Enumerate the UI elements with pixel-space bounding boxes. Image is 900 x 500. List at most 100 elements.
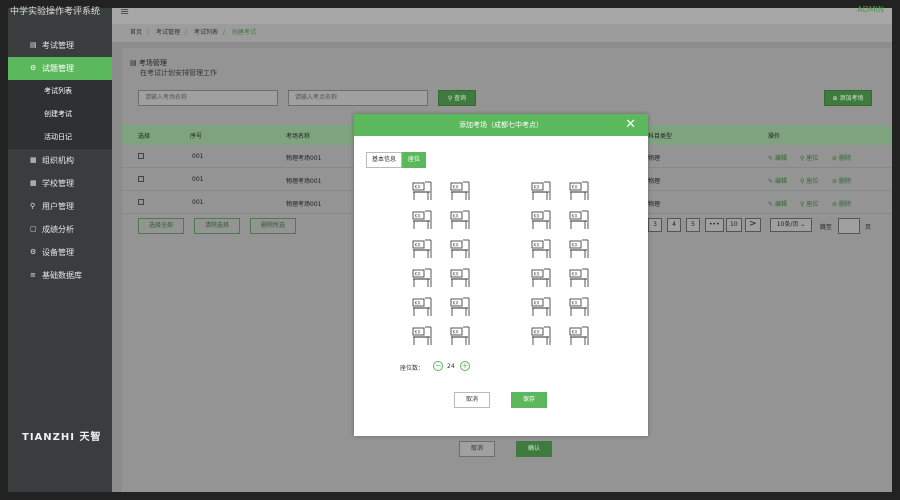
sidebar-item-analysis[interactable]: ▢ 成绩分析 (8, 218, 112, 241)
seat-icon[interactable]: KX (568, 180, 590, 202)
seat-label: 座位 (806, 201, 819, 208)
add-room-button[interactable]: ⊕ 添加考场 (824, 90, 872, 106)
page-button[interactable]: 5 (686, 218, 700, 232)
row-name: 物理考场001 (286, 178, 322, 185)
point-name-input[interactable]: 请输入考点名称 (288, 90, 428, 106)
row-checkbox[interactable] (138, 199, 144, 205)
device-icon: ⚙ (30, 248, 37, 256)
seat-icon[interactable]: KX (530, 296, 552, 318)
admin-user-label[interactable]: ADMIN (857, 5, 884, 14)
seat-icon[interactable]: KX (568, 296, 590, 318)
sidebar-item-users[interactable]: ⚲ 用户管理 (8, 195, 112, 218)
seat-link[interactable]: ⚲ 座位 (800, 176, 818, 185)
search-button-label: 查询 (454, 95, 467, 102)
room-name-input[interactable]: 请输入考场名称 (138, 90, 278, 106)
svg-text:KX: KX (534, 185, 540, 191)
seat-link[interactable]: ⚲ 座位 (800, 153, 818, 162)
tab-seats[interactable]: 座位 (402, 152, 427, 168)
sidebar-item-exam[interactable]: ▤ 考试管理 (8, 34, 112, 57)
seat-icon[interactable]: KX (530, 325, 552, 347)
seat-icon[interactable]: KX (449, 267, 471, 289)
page-suffix: 页 (865, 224, 872, 231)
decrease-seat-button[interactable]: − (433, 361, 443, 371)
seat-icon[interactable]: KX (411, 325, 433, 347)
seat-icon[interactable]: KX (411, 296, 433, 318)
page-title-text: 考场管理 (138, 59, 167, 67)
sidebar-item-devices[interactable]: ⚙ 设备管理 (8, 241, 112, 264)
delete-link[interactable]: ⊘ 删除 (832, 176, 851, 185)
seat-icon[interactable]: KX (568, 238, 590, 260)
sidebar-item-label: 组织机构 (42, 156, 74, 165)
seat-icon[interactable]: KX (449, 325, 471, 347)
select-all-button[interactable]: 选择全部 (138, 218, 184, 234)
org-icon: ▦ (30, 156, 37, 164)
delete-selected-button[interactable]: 删除所选 (250, 218, 296, 234)
seat-icon[interactable]: KX (530, 209, 552, 231)
top-bar: ≡ ADMIN (112, 5, 892, 24)
edit-link[interactable]: ✎ 编辑 (768, 199, 787, 208)
sidebar-subitem-create-exam[interactable]: 创建考试 (8, 103, 112, 126)
breadcrumb-exam-list[interactable]: 考试列表 (194, 29, 218, 36)
close-icon[interactable]: ✕ (625, 114, 636, 136)
seat-icon[interactable]: KX (411, 180, 433, 202)
seat-icon[interactable]: KX (568, 325, 590, 347)
seat-icon[interactable]: KX (411, 209, 433, 231)
seat-link[interactable]: ⚲ 座位 (800, 199, 818, 208)
seat-icon[interactable]: KX (449, 296, 471, 318)
clear-selection-button[interactable]: 清除选择 (194, 218, 240, 234)
sidebar-item-org[interactable]: ▦ 组织机构 (8, 149, 112, 172)
modal-cancel-button[interactable]: 取消 (454, 392, 490, 408)
school-icon: ▦ (30, 179, 37, 187)
sidebar-item-database[interactable]: ≡ 基础数据库 (8, 264, 112, 287)
svg-text:KX: KX (415, 330, 421, 336)
page-confirm-button[interactable]: 确认 (516, 441, 552, 457)
seat-icon[interactable]: KX (411, 238, 433, 260)
sidebar-subitem-activity-log[interactable]: 活动日记 (8, 126, 112, 149)
sidebar-item-questions[interactable]: ⚙ 试题管理 (8, 57, 112, 80)
seat-icon[interactable]: KX (449, 180, 471, 202)
row-subject: 物理 (648, 201, 661, 208)
sidebar-item-label: 试题管理 (42, 64, 74, 73)
col-name: 考场名称 (286, 133, 311, 140)
breadcrumb-exam-mgmt[interactable]: 考试管理 (156, 29, 180, 36)
seat-icon[interactable]: KX (568, 209, 590, 231)
delete-link[interactable]: ⊘ 删除 (832, 199, 851, 208)
svg-text:KX: KX (534, 243, 540, 249)
seat-icon[interactable]: KX (411, 267, 433, 289)
increase-seat-button[interactable]: + (460, 361, 470, 371)
seat-icon[interactable]: KX (568, 267, 590, 289)
menu-toggle-icon[interactable]: ≡ (120, 5, 129, 18)
seat-icon[interactable]: KX (449, 238, 471, 260)
tab-basic-info[interactable]: 基本信息 (366, 152, 403, 168)
jump-page-input[interactable] (838, 218, 860, 234)
seat-icon[interactable]: KX (530, 267, 552, 289)
sidebar-item-school[interactable]: ▦ 学校管理 (8, 172, 112, 195)
sidebar-subitem-exam-list[interactable]: 考试列表 (8, 80, 112, 103)
modal-save-button[interactable]: 保存 (511, 392, 547, 408)
page-button[interactable]: 10 (726, 218, 742, 232)
seat-icon[interactable]: KX (530, 238, 552, 260)
per-page-select[interactable]: 10条/页 ⌄ (770, 218, 812, 232)
app-title: 中学实验操作考评系统 (10, 7, 101, 17)
seat-icon[interactable]: KX (449, 209, 471, 231)
delete-link[interactable]: ⊘ 删除 (832, 153, 851, 162)
row-checkbox[interactable] (138, 176, 144, 182)
page-ellipsis[interactable]: ••• (705, 218, 724, 232)
col-select: 选择 (138, 133, 151, 140)
page-button[interactable]: 4 (667, 218, 681, 232)
exam-icon: ▤ (30, 41, 37, 49)
edit-link[interactable]: ✎ 编辑 (768, 176, 787, 185)
per-page-value: 10条/页 (776, 221, 799, 228)
next-page-icon[interactable]: > (745, 218, 761, 232)
seat-icon[interactable]: KX (530, 180, 552, 202)
breadcrumb-home[interactable]: 首页 (130, 29, 142, 36)
row-checkbox[interactable] (138, 153, 144, 159)
search-button[interactable]: ⚲ 查询 (438, 90, 476, 106)
svg-text:KX: KX (534, 301, 540, 307)
svg-text:KX: KX (415, 301, 421, 307)
page-cancel-button[interactable]: 取消 (459, 441, 495, 457)
page-title: ▤ 考场管理 (130, 58, 167, 68)
page-button[interactable]: 3 (648, 218, 662, 232)
svg-text:KX: KX (453, 330, 459, 336)
edit-link[interactable]: ✎ 编辑 (768, 153, 787, 162)
